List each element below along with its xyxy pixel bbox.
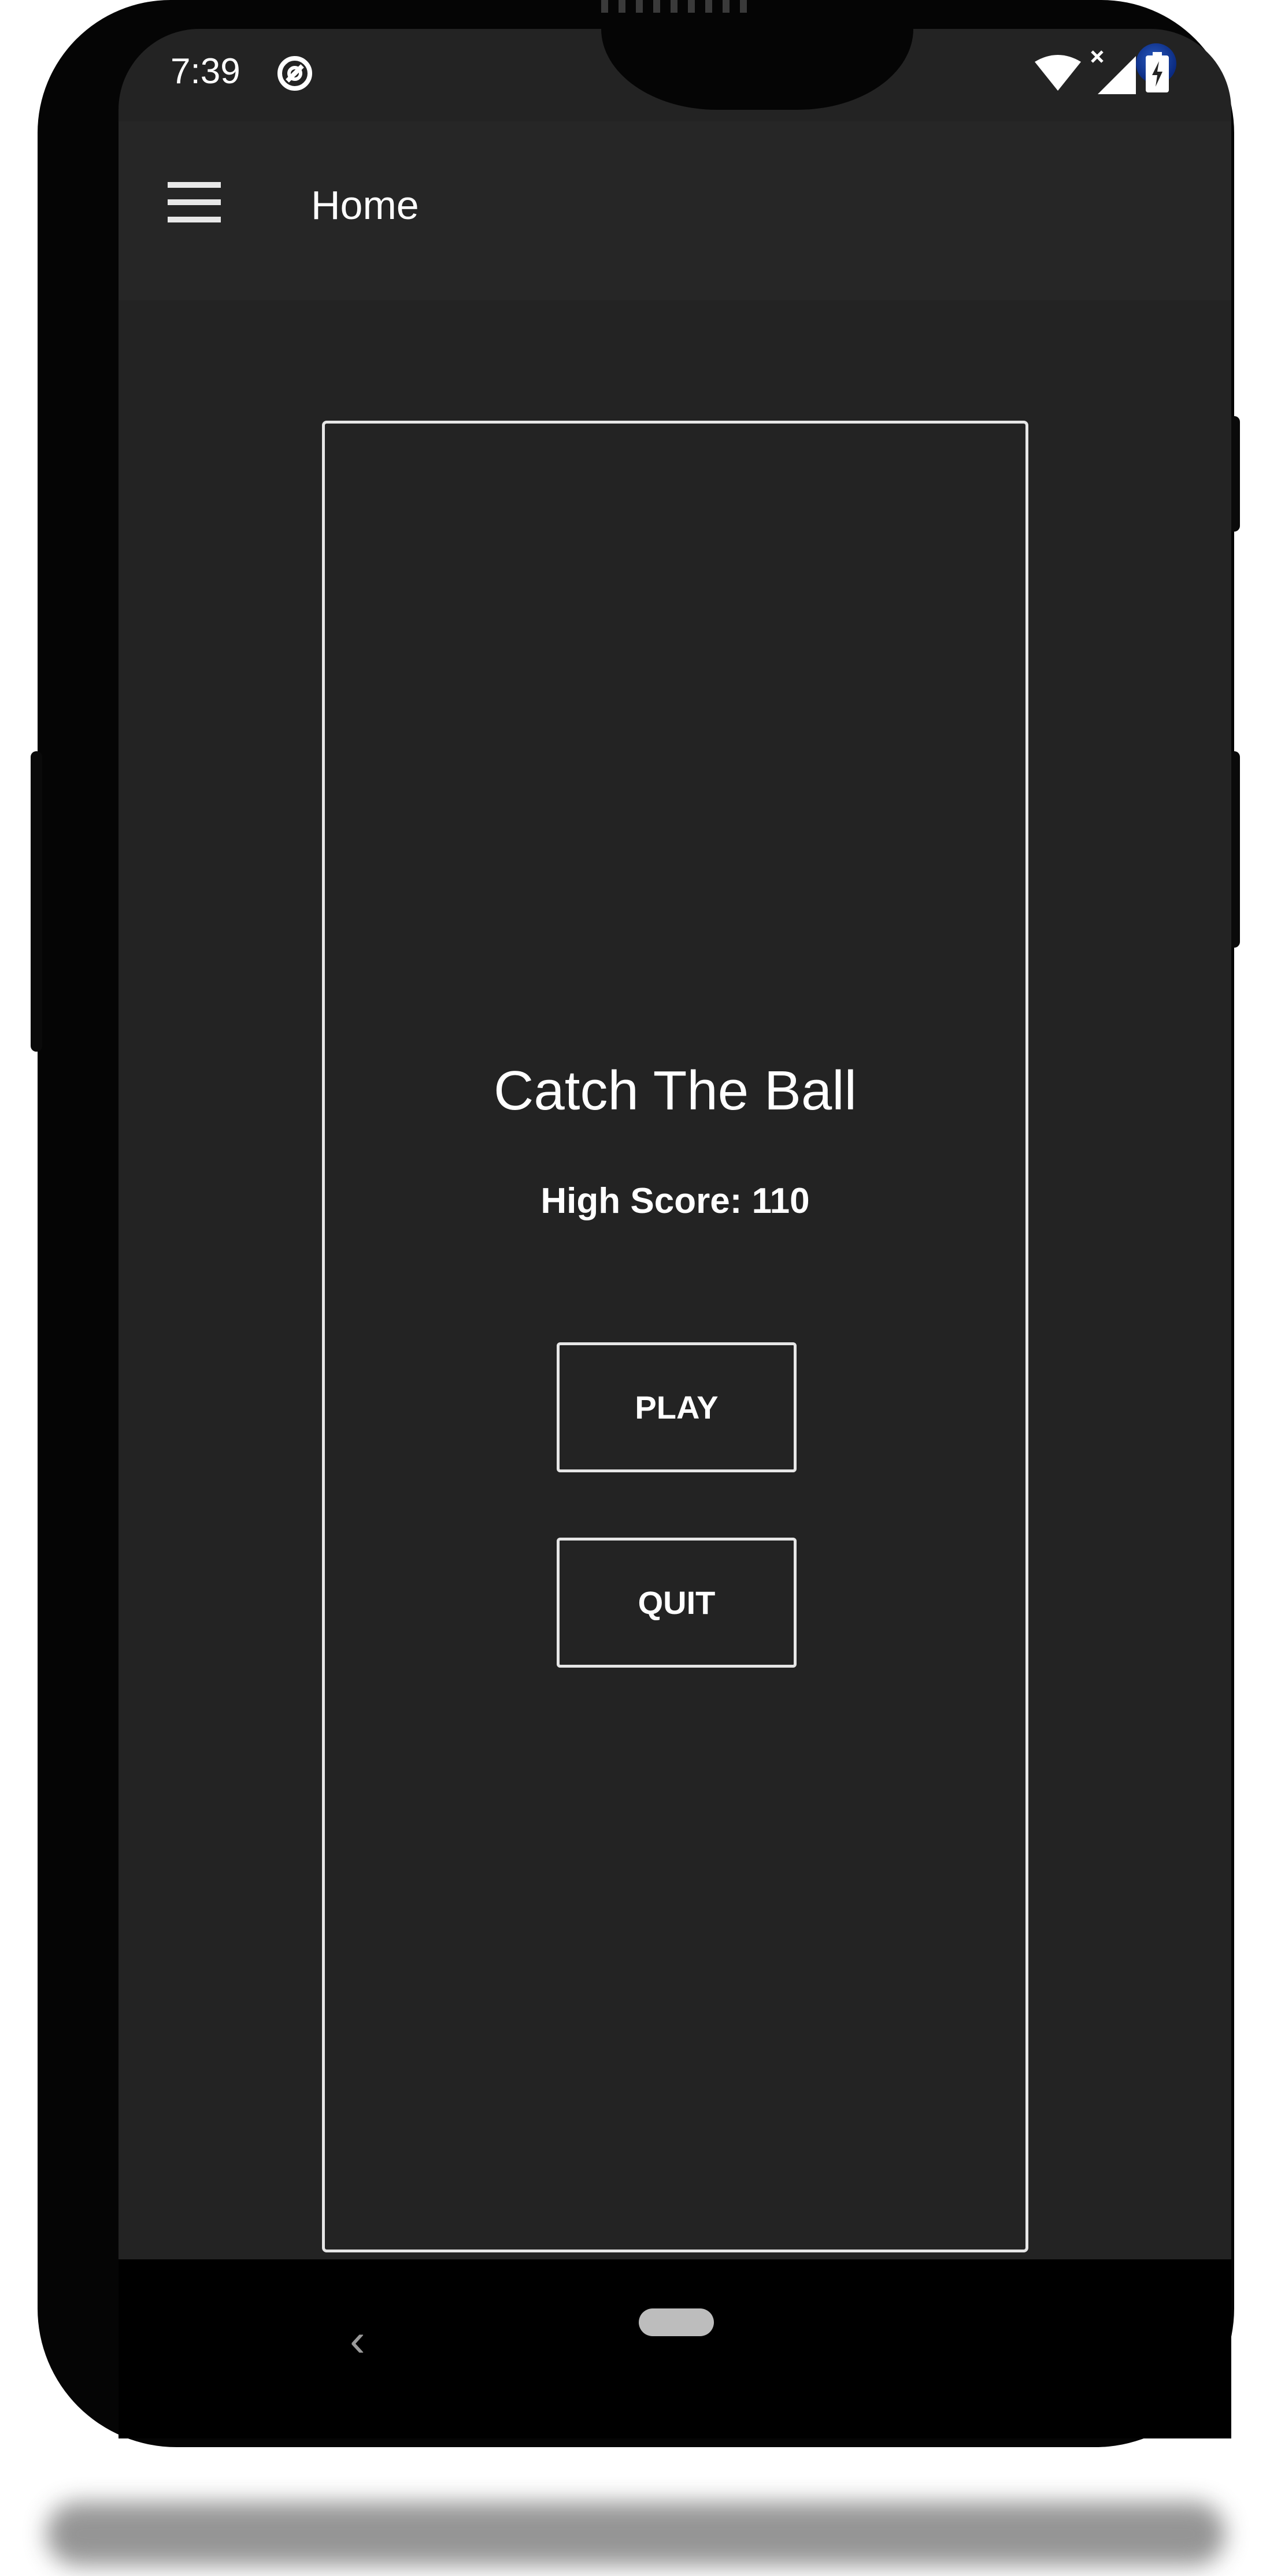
back-icon[interactable]: ‹ <box>350 2317 365 2363</box>
device-shadow <box>46 2502 1225 2566</box>
phone-frame: 7:39 Home Catch The Ball High Score: 110… <box>31 0 1240 2447</box>
home-pill-button[interactable] <box>639 2308 714 2336</box>
quit-button[interactable]: QUIT <box>557 1538 797 1668</box>
wifi-icon <box>1035 55 1081 94</box>
app-bar-title: Home <box>311 183 419 228</box>
display-notch <box>601 29 1176 110</box>
earpiece-speaker <box>601 0 751 13</box>
screen: 7:39 Home Catch The Ball High Score: 110… <box>119 29 1231 2259</box>
game-panel: Catch The Ball High Score: 110 PLAY QUIT <box>322 421 1028 2252</box>
status-time: 7:39 <box>171 51 240 91</box>
battery-charging-icon <box>1145 52 1170 96</box>
signal-no-data-icon <box>1090 49 1136 98</box>
app-bar: Home <box>119 121 1231 300</box>
data-saver-icon <box>275 53 315 96</box>
navigation-bar: ‹ <box>119 2259 1231 2438</box>
hamburger-menu-icon[interactable] <box>168 182 221 222</box>
phone-side-button-left <box>31 751 42 1052</box>
high-score-label: High Score: 110 <box>540 1181 810 1221</box>
play-button[interactable]: PLAY <box>557 1342 797 1472</box>
status-bar: 7:39 <box>119 29 1231 121</box>
game-title: Catch The Ball <box>494 1060 857 1122</box>
